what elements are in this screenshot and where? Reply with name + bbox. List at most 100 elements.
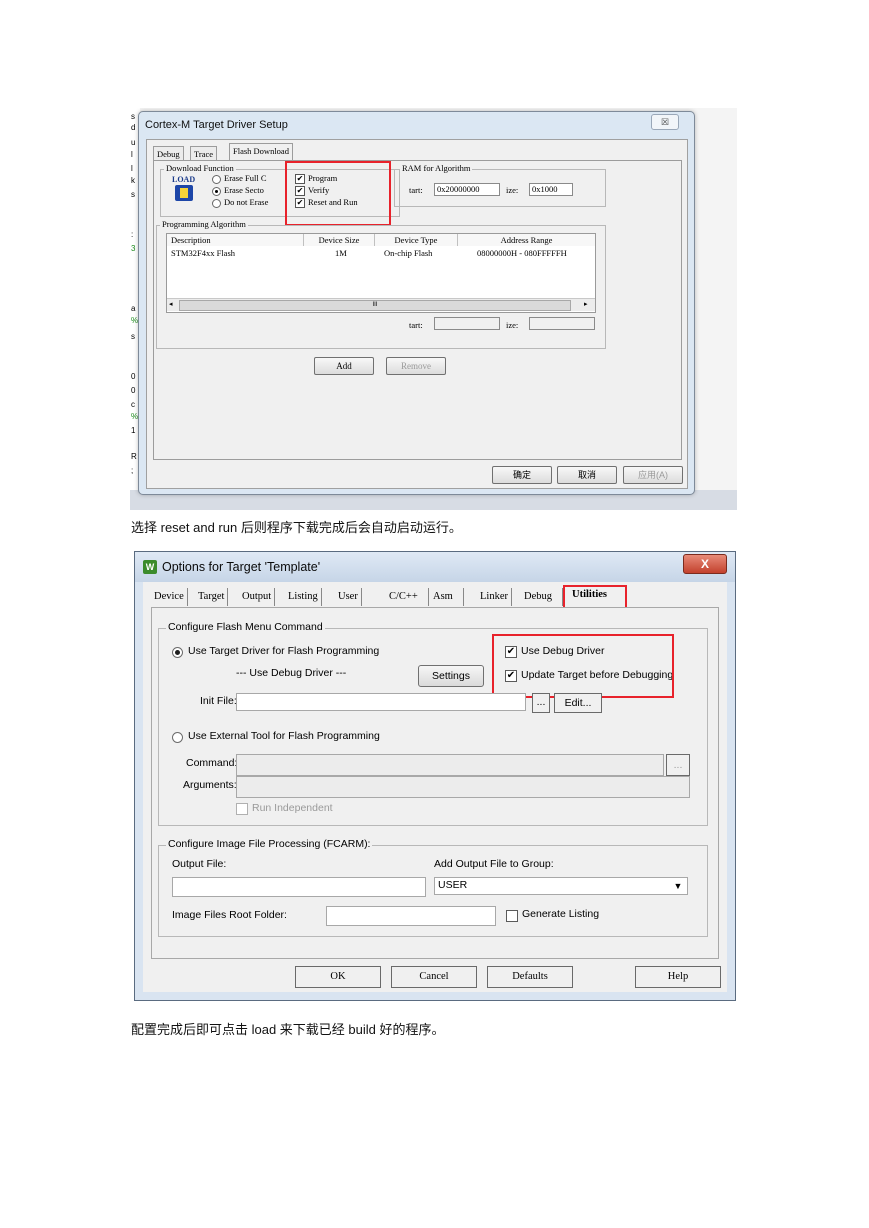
caption-load: 配置完成后即可点击 load 来下载已经 build 好的程序。	[131, 1022, 445, 1037]
load-icon: LOAD	[171, 175, 197, 203]
size-label: ize:	[506, 320, 519, 330]
cancel-button[interactable]: Cancel	[391, 966, 477, 988]
settings-button[interactable]: Settings	[418, 665, 484, 687]
ok-button[interactable]: 确定	[492, 466, 552, 484]
edit-button[interactable]: Edit...	[554, 693, 602, 713]
root-folder-label: Image Files Root Folder:	[172, 909, 287, 921]
add-output-label: Add Output File to Group:	[434, 858, 554, 870]
erase-full-label: Erase Full C	[224, 173, 267, 183]
scroll-thumb[interactable]: III	[179, 300, 571, 311]
group-label: RAM for Algorithm	[400, 163, 473, 173]
strip-char: ;	[131, 466, 134, 475]
tab-output[interactable]: Output	[239, 588, 276, 606]
ok-button[interactable]: OK	[295, 966, 381, 988]
strip-char: s	[131, 190, 135, 199]
start-label: tart:	[409, 185, 423, 195]
use-target-driver-radio[interactable]	[172, 647, 183, 658]
browse-button[interactable]: ...	[532, 693, 550, 713]
init-file-label: Init File:	[200, 695, 237, 707]
scroll-right-icon[interactable]: ▸	[584, 300, 588, 308]
group-label: Download Function	[164, 163, 236, 173]
erase-full-radio[interactable]	[212, 175, 221, 184]
arguments-label: Arguments:	[183, 779, 237, 791]
tab-debug[interactable]: Debug	[153, 146, 184, 161]
app-icon: W	[143, 560, 157, 574]
column-header[interactable]: Address Range	[458, 234, 595, 246]
tab-asm[interactable]: Asm	[429, 588, 464, 606]
ram-start-input[interactable]: 0x20000000	[434, 183, 500, 196]
tab-device[interactable]: Device	[151, 588, 188, 606]
strip-char: d	[131, 123, 136, 132]
help-button[interactable]: Help	[635, 966, 721, 988]
tab-linker[interactable]: Linker	[477, 588, 512, 606]
horizontal-scrollbar[interactable]: ◂ III ▸	[167, 298, 595, 311]
strip-char: 3	[131, 244, 136, 253]
defaults-button[interactable]: Defaults	[487, 966, 573, 988]
load-icon-text: LOAD	[172, 175, 196, 184]
strip-char: c	[131, 400, 135, 409]
scroll-left-icon[interactable]: ◂	[169, 300, 173, 308]
erase-sectors-label: Erase Secto	[224, 185, 264, 195]
table-cell: 1M	[335, 248, 347, 258]
generate-listing-checkbox[interactable]	[506, 910, 518, 922]
table-cell: STM32F4xx Flash	[171, 248, 235, 258]
tab-c-cpp[interactable]: C/C++	[379, 588, 429, 606]
ram-group	[394, 169, 606, 207]
apply-button[interactable]: 应用(A)	[623, 466, 683, 484]
erase-sectors-radio[interactable]	[212, 187, 221, 196]
command-input[interactable]	[236, 754, 664, 776]
utilities-panel: Configure Flash Menu Command Use Target …	[151, 607, 719, 959]
tab-debug[interactable]: Debug	[521, 588, 563, 606]
arguments-input[interactable]	[236, 776, 690, 798]
ram-size-input[interactable]: 0x1000	[529, 183, 573, 196]
output-file-label: Output File:	[172, 858, 227, 870]
size-label: ize:	[506, 185, 519, 195]
strip-char: u	[131, 138, 136, 147]
strip-char: 1	[131, 426, 136, 435]
use-external-tool-label: Use External Tool for Flash Programming	[188, 730, 380, 742]
strip-char: k	[131, 176, 135, 185]
do-not-erase-radio[interactable]	[212, 199, 221, 208]
dialog-client: Device Target Output Listing User C/C++ …	[143, 582, 727, 992]
chevron-down-icon[interactable]: ▼	[671, 879, 685, 893]
load-icon-arrow	[180, 188, 188, 198]
debug-driver-note: --- Use Debug Driver ---	[236, 667, 347, 679]
tab-target[interactable]: Target	[195, 588, 229, 606]
remove-button[interactable]: Remove	[386, 357, 446, 375]
strip-char: s	[131, 112, 135, 121]
group-label: Configure Flash Menu Command	[166, 621, 325, 633]
flash-download-panel: Download Function LOAD Erase Full C Eras…	[153, 160, 682, 460]
root-folder-input[interactable]	[326, 906, 496, 926]
strip-char: a	[131, 304, 136, 313]
tab-user[interactable]: User	[335, 588, 362, 606]
table-cell: On-chip Flash	[384, 248, 433, 258]
column-header[interactable]: Device Type	[375, 234, 458, 246]
init-file-input[interactable]	[236, 693, 526, 711]
tab-flash-download[interactable]: Flash Download	[229, 143, 293, 161]
strip-char: :	[131, 230, 134, 239]
column-header[interactable]: Device Size	[304, 234, 375, 246]
close-icon[interactable]: ☒	[651, 114, 679, 130]
algo-start-input[interactable]	[434, 317, 500, 330]
table-cell: 08000000H - 080FFFFFH	[477, 248, 567, 258]
highlight-box	[285, 161, 391, 226]
use-external-tool-radio[interactable]	[172, 732, 183, 743]
column-header[interactable]: Description	[167, 234, 304, 246]
add-button[interactable]: Add	[314, 357, 374, 375]
strip-char: 0	[131, 386, 136, 395]
algo-size-input[interactable]	[529, 317, 595, 330]
close-icon[interactable]: X	[683, 554, 727, 574]
run-independent-checkbox[interactable]	[236, 803, 248, 815]
output-file-input[interactable]	[172, 877, 426, 897]
window-title: Cortex-M Target Driver Setup	[145, 119, 288, 131]
command-label: Command:	[186, 757, 238, 769]
start-label: tart:	[409, 320, 423, 330]
tab-trace[interactable]: Trace	[190, 146, 218, 161]
cancel-button[interactable]: 取消	[557, 466, 617, 484]
command-browse-button[interactable]: ...	[666, 754, 690, 776]
algorithm-list[interactable]: Description Device Size Device Type Addr…	[166, 233, 596, 313]
group-select[interactable]: USER ▼	[434, 877, 688, 895]
caption-reset-and-run: 选择 reset and run 后则程序下载完成后会自动启动运行。	[131, 520, 462, 535]
run-independent-label: Run Independent	[252, 802, 333, 814]
tab-listing[interactable]: Listing	[285, 588, 322, 606]
